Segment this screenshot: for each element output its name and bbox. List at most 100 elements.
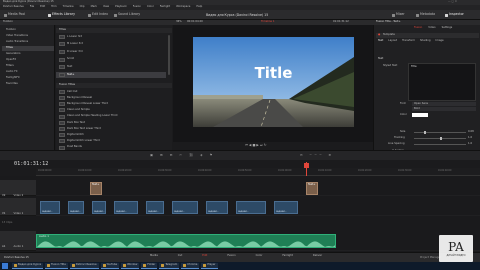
font-style-select[interactable]: Bold [412,107,476,111]
page-tab[interactable]: Color [256,254,263,258]
inspector-subtab[interactable]: Image [436,39,444,43]
fusion-title-item[interactable]: Digital Glitch Lower Third [56,139,166,145]
media-pool-button[interactable]: Media Pool [2,12,27,18]
start-icon[interactable] [2,263,8,269]
viewer-frame[interactable]: Title [193,37,354,127]
tree-item[interactable]: Favorites [2,82,54,87]
edit-tools[interactable]: ▣ ⊞ ⊟ ✂ ⛓ ◈ ⚑ [150,153,215,157]
video-clip[interactable]: ЗАДНИЙ... [206,201,228,214]
taskbar-item[interactable]: Player [201,263,218,269]
inspector-subtab[interactable]: Transform [402,39,415,43]
font-select[interactable]: Open Sans [412,102,476,106]
tree-item[interactable]: FairlightFX [2,76,54,81]
styled-text-field[interactable]: Title [408,63,476,101]
inspector-tab[interactable]: Fusion [414,26,422,30]
taskbar-item[interactable]: Window [121,263,140,269]
size-slider[interactable] [414,131,466,134]
menu-item[interactable]: Color [147,6,154,9]
fusion-title-item[interactable]: Background Reveal Lower Third [56,101,166,107]
menu-item[interactable]: Help [196,6,202,9]
menu-item[interactable]: Fairlight [160,6,170,9]
transport-controls[interactable]: ⏮ ◀ ■ ▶ ⏭ ↻ [245,143,266,147]
page-tab[interactable]: Media [150,254,158,258]
effects-library-button[interactable]: Effects Library [46,12,77,18]
menu-item[interactable]: Trim [51,6,57,9]
tree-item[interactable]: Video Transitions [2,34,54,39]
tree-item[interactable]: Toolbox [2,28,54,33]
project-manager-link[interactable]: Project Manager [420,256,441,260]
template-row[interactable]: ● Template [376,33,479,38]
video-clip[interactable]: ЗАДНИЙ... [114,201,138,214]
menu-item[interactable]: Playback [115,6,127,9]
taskbar-item[interactable]: Fusion Title [45,263,68,269]
page-tab[interactable]: Deliver [313,254,322,258]
fusion-title-item[interactable]: Call Out [56,89,166,95]
video-clip[interactable]: ЗАДНИЙ... [274,201,298,214]
menu-item[interactable]: Timeline [63,6,74,9]
size-value[interactable]: 0.08 [468,130,474,134]
title-item[interactable]: Text+ [56,72,166,78]
tree-item[interactable]: Titles [2,46,54,51]
title-clip[interactable]: Text+ [90,182,102,195]
taskbar-item[interactable]: Folder [141,263,158,269]
timeline-ruler[interactable]: 01:00:00:00 01:00:10:00 01:00:20:00 01:00:3… [36,168,480,176]
video-clip[interactable]: ЗАДНИЙ... [236,201,266,214]
tree-item[interactable]: Filters [2,64,54,69]
audio-clip[interactable]: Audio 1 [36,234,336,248]
video-clip[interactable]: ЗАДНИЙ... [92,201,106,214]
inspector-subtab[interactable]: Text [378,39,383,43]
menu-item[interactable]: Edit [40,6,45,9]
taskbar-item[interactable]: Telegram [159,263,180,269]
fusion-title-item[interactable]: Digital Glitch [56,132,166,138]
window-controls[interactable]: — ▢ ✕ [448,1,457,4]
title-item[interactable]: L Lower 3rd [56,34,166,40]
tree-item[interactable]: Audio FX [2,70,54,75]
fusion-title-item[interactable]: Dark Box Text [56,120,166,126]
tree-item[interactable]: Generators [2,52,54,57]
menu-item[interactable]: Fusion [133,6,141,9]
fusion-title-item[interactable]: Dark Box Text Lower Third [56,126,166,132]
color-swatch[interactable] [412,113,428,117]
tracking-slider-handle[interactable] [440,137,442,140]
menu-item[interactable]: Clip [80,6,85,9]
mixer-button[interactable]: Mixer [390,12,407,18]
menu-item[interactable]: File [30,6,34,9]
tree-item[interactable]: OpenFX [2,58,54,63]
tracking-slider[interactable] [414,137,466,140]
page-tab[interactable]: Fairlight [282,254,292,258]
taskbar-item[interactable]: DaVinci Resolve [69,263,99,269]
title-item[interactable]: Scroll [56,57,166,63]
size-slider-handle[interactable] [424,131,426,134]
line-spacing-slider[interactable] [414,144,466,145]
title-clip[interactable]: Text+ [306,182,318,195]
tracking-value[interactable]: 1.0 [468,136,472,140]
menu-item[interactable]: View [103,6,109,9]
fusion-title-item[interactable]: Clean and Simple Heading Lower Third [56,114,166,120]
video-clip[interactable]: ЗАДНИЙ... [68,201,84,214]
inspector-button[interactable]: Inspector [443,12,466,18]
line-spacing-value[interactable]: 1.0 [468,142,472,146]
fusion-title-item[interactable]: Background Reveal [56,95,166,101]
page-tab[interactable]: Cut [178,254,182,258]
zoom-tools[interactable]: ⊖ ─── ⊕ [300,153,334,157]
taskbar-item[interactable]: YouTube [100,263,120,269]
timeline-name[interactable]: Timeline 1 [261,21,275,24]
inspector-subtab[interactable]: Shading [420,39,431,43]
fusion-title-item[interactable]: Clean and Simple [56,108,166,114]
playhead-handle[interactable] [304,163,309,168]
menu-item[interactable]: Workspace [176,6,190,9]
video-clip[interactable]: ЗАДНИЙ... [146,201,164,214]
video-clip[interactable]: ЗАДНИЙ... [40,201,60,214]
taskbar-item[interactable]: Видео для Курса [12,263,44,269]
edit-index-button[interactable]: Edit Index [86,12,110,18]
inspector-tab[interactable]: Video [428,26,435,30]
title-item[interactable]: Text [56,64,166,70]
menu-item[interactable]: DaVinci Resolve [3,6,24,9]
page-tab[interactable]: Fusion [227,254,235,258]
effects-scrollbar[interactable] [168,35,170,75]
inspector-subtab[interactable]: Layout [388,39,397,43]
inspector-tab[interactable]: Settings [442,26,453,30]
metadata-button[interactable]: Metadata [414,12,437,18]
video-clip[interactable]: ЗАДНИЙ... [172,201,198,214]
title-item[interactable]: M Lower 3rd [56,42,166,48]
